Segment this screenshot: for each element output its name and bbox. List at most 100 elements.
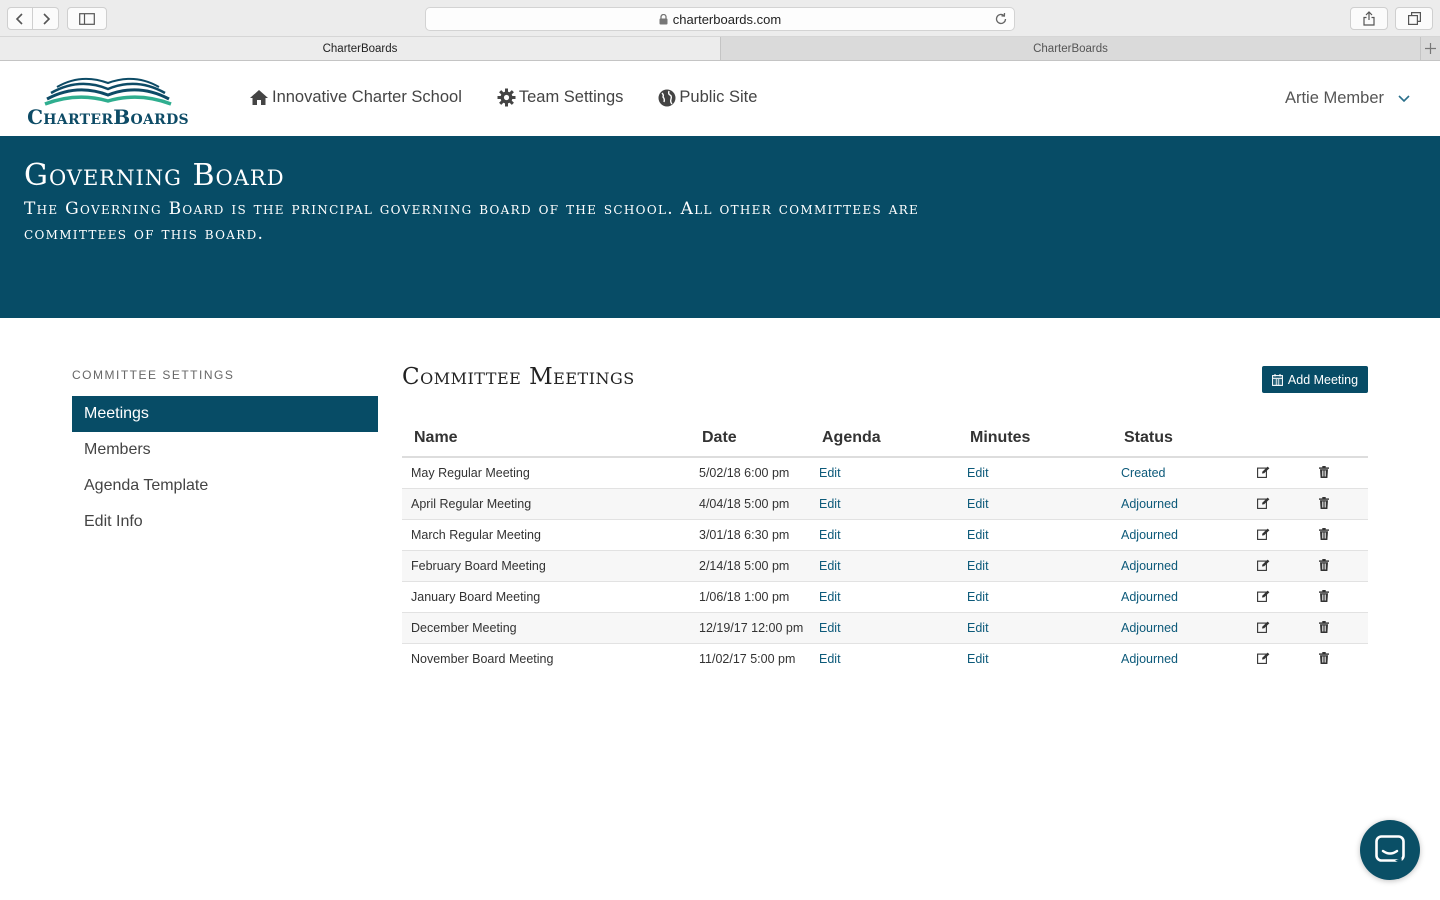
meeting-status-link[interactable]: Adjourned [1121,528,1178,542]
sidebar-item-members[interactable]: Members [72,432,378,468]
meeting-date: 1/06/18 1:00 pm [699,590,790,604]
tab-charterboards-active[interactable]: CharterBoards [0,37,720,60]
reload-icon[interactable] [994,12,1008,26]
minutes-edit-link[interactable]: Edit [967,528,989,542]
table-row: February Board Meeting 2/14/18 5:00 pm Edi… [402,551,1368,582]
nav-public-site[interactable]: Public Site [658,88,757,107]
sidebar-heading: COMMITTEE SETTINGS [72,368,235,382]
minutes-edit-link[interactable]: Edit [967,466,989,480]
delete-meeting-icon[interactable] [1319,528,1329,543]
add-meeting-button[interactable]: Add Meeting [1262,366,1368,393]
column-header-date: Date [702,429,737,446]
meeting-name: February Board Meeting [411,559,546,573]
delete-meeting-icon[interactable] [1319,559,1329,574]
delete-meeting-icon[interactable] [1319,466,1329,481]
column-header-agenda: Agenda [822,429,881,446]
meeting-status-link[interactable]: Adjourned [1121,497,1178,511]
meeting-status-link[interactable]: Adjourned [1121,652,1178,666]
edit-meeting-icon[interactable] [1257,559,1270,574]
edit-meeting-icon[interactable] [1257,497,1270,512]
column-header-minutes: Minutes [970,429,1031,446]
edit-meeting-icon[interactable] [1257,590,1270,605]
sidebar-toggle-button[interactable] [67,7,107,30]
minutes-edit-link[interactable]: Edit [967,621,989,635]
address-bar[interactable]: charterboards.com [425,7,1015,31]
table-row: May Regular Meeting 5/02/18 6:00 pm Edit Ed… [402,458,1368,489]
meeting-date: 12/19/17 12:00 pm [699,621,804,635]
home-icon [250,90,268,105]
committee-banner: Governing Board The Governing Board is t… [0,136,1440,318]
new-tab-button[interactable] [1420,37,1440,60]
meeting-name: December Meeting [411,621,517,635]
lock-icon [659,13,668,24]
meeting-date: 3/01/18 6:30 pm [699,528,790,542]
top-navigation: Innovative Charter School Team Settings [249,88,757,107]
gear-icon [497,88,516,107]
agenda-edit-link[interactable]: Edit [819,466,841,480]
logo-wordmark: CharterBoards [27,105,189,129]
minutes-edit-link[interactable]: Edit [967,559,989,573]
sidebar-item-meetings[interactable]: Meetings [72,396,378,432]
plus-icon [1425,43,1436,54]
chat-launcher-button[interactable] [1360,820,1420,880]
globe-icon [658,89,676,106]
url-text: charterboards.com [672,11,782,27]
site-header: CharterBoards Innovative Charter School … [0,61,1440,136]
edit-meeting-icon[interactable] [1257,621,1270,636]
chevron-left-icon [15,12,23,25]
forward-button[interactable] [33,7,59,30]
sidebar-item-edit-info[interactable]: Edit Info [72,504,378,540]
delete-meeting-icon[interactable] [1319,652,1329,667]
nav-school-label: Innovative Charter School [272,88,462,106]
tabs-icon [1407,12,1421,25]
meeting-date: 5/02/18 6:00 pm [699,466,790,480]
chevron-right-icon [42,12,50,25]
meeting-status-link[interactable]: Adjourned [1121,621,1178,635]
edit-meeting-icon[interactable] [1257,652,1270,667]
meeting-status-link[interactable]: Adjourned [1121,590,1178,604]
nav-team-settings[interactable]: Team Settings [497,88,623,107]
share-button[interactable] [1350,7,1388,30]
agenda-edit-link[interactable]: Edit [819,652,841,666]
meeting-name: May Regular Meeting [411,466,530,480]
table-row: January Board Meeting 1/06/18 1:00 pm Edit… [402,582,1368,613]
chevron-down-icon [1398,94,1410,102]
chat-icon [1375,835,1405,864]
tab-charterboards[interactable]: CharterBoards [720,37,1420,60]
minutes-edit-link[interactable]: Edit [967,652,989,666]
minutes-edit-link[interactable]: Edit [967,590,989,604]
minutes-edit-link[interactable]: Edit [967,497,989,511]
edit-meeting-icon[interactable] [1257,528,1270,543]
meeting-date: 11/02/17 5:00 pm [699,652,796,666]
sidebar-icon [79,12,95,25]
agenda-edit-link[interactable]: Edit [819,528,841,542]
committee-title: Governing Board [24,158,285,193]
agenda-edit-link[interactable]: Edit [819,590,841,604]
charterboards-logo[interactable]: CharterBoards [17,75,199,129]
delete-meeting-icon[interactable] [1319,590,1329,605]
delete-meeting-icon[interactable] [1319,621,1329,636]
user-menu[interactable]: Artie Member [1285,89,1410,108]
back-button[interactable] [7,7,33,30]
delete-meeting-icon[interactable] [1319,497,1329,512]
tabs-overview-button[interactable] [1395,7,1433,30]
meeting-status-link[interactable]: Adjourned [1121,559,1178,573]
nav-public-site-label: Public Site [679,88,758,106]
user-name: Artie Member [1284,89,1384,107]
share-icon [1363,11,1375,26]
nav-school[interactable]: Innovative Charter School [249,88,462,107]
page-title: Committee Meetings [402,364,635,390]
agenda-edit-link[interactable]: Edit [819,621,841,635]
committee-description: The Governing Board is the principal gov… [24,199,920,244]
meeting-date: 2/14/18 5:00 pm [699,559,790,573]
meeting-name: January Board Meeting [411,590,541,604]
table-row: April Regular Meeting 4/04/18 5:00 pm Edit… [402,489,1368,520]
meeting-status-link[interactable]: Created [1121,466,1165,480]
agenda-edit-link[interactable]: Edit [819,559,841,573]
tab-bar: CharterBoards CharterBoards [0,37,1440,61]
table-row: March Regular Meeting 3/01/18 6:30 pm Edit… [402,520,1368,551]
edit-meeting-icon[interactable] [1257,466,1270,481]
agenda-edit-link[interactable]: Edit [819,497,841,511]
sidebar-item-agenda-template[interactable]: Agenda Template [72,468,378,504]
book-logo-icon [44,77,172,106]
